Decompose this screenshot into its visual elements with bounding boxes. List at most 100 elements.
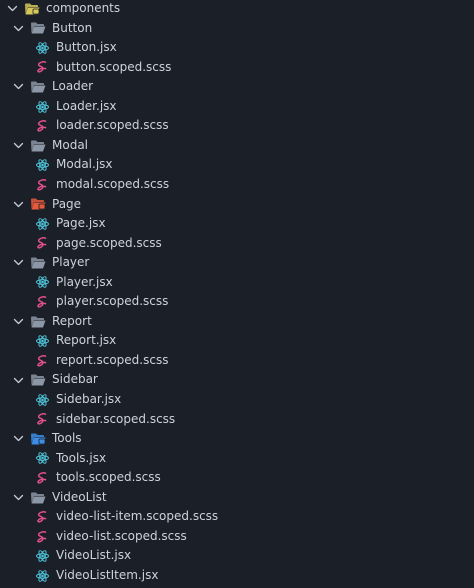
file-label: button.scoped.scss xyxy=(56,59,172,74)
file-report-scoped-scss[interactable]: report.scoped.scss xyxy=(0,351,474,371)
file-videolist-jsx[interactable]: VideoList.jsx xyxy=(0,546,474,566)
file-page-scoped-scss[interactable]: page.scoped.scss xyxy=(0,234,474,254)
react-icon xyxy=(34,275,50,289)
file-label: Loader.jsx xyxy=(56,98,117,113)
react-icon xyxy=(34,334,50,348)
file-label: Button.jsx xyxy=(56,40,117,55)
chevron-down-icon[interactable] xyxy=(12,140,24,152)
file-player-scoped-scss[interactable]: player.scoped.scss xyxy=(0,292,474,312)
file-video-list-scoped-scss[interactable]: video-list.scoped.scss xyxy=(0,527,474,547)
folder-open-special-icon xyxy=(30,432,46,446)
file-modal-scoped-scss[interactable]: modal.scoped.scss xyxy=(0,175,474,195)
chevron-down-icon[interactable] xyxy=(12,316,24,328)
file-label: VideoList.jsx xyxy=(56,548,132,563)
folder-open-icon xyxy=(30,491,46,505)
sass-icon xyxy=(34,354,50,368)
react-icon xyxy=(34,549,50,563)
file-label: modal.scoped.scss xyxy=(56,176,170,191)
folder-sidebar[interactable]: Sidebar xyxy=(0,370,474,390)
folder-label: Sidebar xyxy=(52,372,98,387)
chevron-down-icon[interactable] xyxy=(12,374,24,386)
folder-loader[interactable]: Loader xyxy=(0,77,474,97)
file-label: tools.scoped.scss xyxy=(56,470,161,485)
file-label: Tools.jsx xyxy=(56,450,107,465)
sass-icon xyxy=(34,471,50,485)
folder-label: components xyxy=(46,1,121,15)
folder-videolist[interactable]: VideoList xyxy=(0,488,474,508)
sass-icon xyxy=(34,60,50,74)
folder-open-icon xyxy=(30,21,46,35)
react-icon xyxy=(34,569,50,583)
folder-open-special-icon xyxy=(24,2,40,16)
file-page-jsx[interactable]: Page.jsx xyxy=(0,214,474,234)
folder-label: Button xyxy=(52,20,93,35)
file-label: page.scoped.scss xyxy=(56,235,162,250)
react-icon xyxy=(34,41,50,55)
folder-label: Player xyxy=(52,255,90,270)
chevron-down-icon[interactable] xyxy=(12,22,24,34)
sass-icon xyxy=(34,178,50,192)
chevron-down-icon[interactable] xyxy=(12,257,24,269)
folder-label: Page xyxy=(52,196,82,211)
folder-player[interactable]: Player xyxy=(0,253,474,273)
folder-modal[interactable]: Modal xyxy=(0,136,474,156)
folder-open-icon xyxy=(30,80,46,94)
folder-label: Tools xyxy=(52,431,82,446)
sass-icon xyxy=(34,236,50,250)
chevron-down-icon[interactable] xyxy=(12,492,24,504)
sass-icon xyxy=(34,412,50,426)
file-tools-scoped-scss[interactable]: tools.scoped.scss xyxy=(0,468,474,488)
file-label: VideoListItem.jsx xyxy=(56,567,159,582)
file-loader-scoped-scss[interactable]: loader.scoped.scss xyxy=(0,116,474,136)
folder-open-special-icon xyxy=(30,197,46,211)
file-loader-jsx[interactable]: Loader.jsx xyxy=(0,97,474,117)
file-button-jsx[interactable]: Button.jsx xyxy=(0,38,474,58)
file-label: loader.scoped.scss xyxy=(56,118,169,133)
file-label: Modal.jsx xyxy=(56,157,113,172)
sass-icon xyxy=(34,530,50,544)
file-tools-jsx[interactable]: Tools.jsx xyxy=(0,449,474,469)
sass-icon xyxy=(34,510,50,524)
folder-components[interactable]: components xyxy=(0,0,474,19)
sass-icon xyxy=(34,119,50,133)
folder-report[interactable]: Report xyxy=(0,312,474,332)
chevron-down-icon[interactable] xyxy=(12,433,24,445)
folder-open-icon xyxy=(30,373,46,387)
file-label: player.scoped.scss xyxy=(56,294,169,309)
folder-button[interactable]: Button xyxy=(0,19,474,39)
react-icon xyxy=(34,217,50,231)
file-label: Report.jsx xyxy=(56,333,117,348)
file-label: Player.jsx xyxy=(56,274,113,289)
folder-label: Report xyxy=(52,313,92,328)
file-label: report.scoped.scss xyxy=(56,352,169,367)
folder-open-icon xyxy=(30,315,46,329)
chevron-down-icon[interactable] xyxy=(6,3,18,15)
file-explorer-tree: components Button Button.jsx button.scop… xyxy=(0,0,474,588)
folder-open-icon xyxy=(30,256,46,270)
sass-icon xyxy=(34,295,50,309)
chevron-down-icon[interactable] xyxy=(12,198,24,210)
file-sidebar-scoped-scss[interactable]: sidebar.scoped.scss xyxy=(0,410,474,430)
file-sidebar-jsx[interactable]: Sidebar.jsx xyxy=(0,390,474,410)
react-icon xyxy=(34,451,50,465)
file-label: Sidebar.jsx xyxy=(56,392,122,406)
folder-tools[interactable]: Tools xyxy=(0,429,474,449)
react-icon xyxy=(34,393,50,407)
folder-label: VideoList xyxy=(52,489,107,504)
file-videolistitem-jsx[interactable]: VideoListItem.jsx xyxy=(0,566,474,586)
folder-label: Loader xyxy=(52,79,94,94)
react-icon xyxy=(34,100,50,114)
file-button-scoped-scss[interactable]: button.scoped.scss xyxy=(0,58,474,78)
folder-page[interactable]: Page xyxy=(0,195,474,215)
folder-open-icon xyxy=(30,139,46,153)
file-label: video-list-item.scoped.scss xyxy=(56,509,219,524)
folder-label: Modal xyxy=(52,137,88,152)
file-player-jsx[interactable]: Player.jsx xyxy=(0,273,474,293)
file-video-list-item-scoped-scss[interactable]: video-list-item.scoped.scss xyxy=(0,507,474,527)
file-label: sidebar.scoped.scss xyxy=(56,411,176,426)
chevron-down-icon[interactable] xyxy=(12,81,24,93)
file-label: video-list.scoped.scss xyxy=(56,528,187,543)
file-report-jsx[interactable]: Report.jsx xyxy=(0,331,474,351)
file-modal-jsx[interactable]: Modal.jsx xyxy=(0,155,474,175)
react-icon xyxy=(34,158,50,172)
